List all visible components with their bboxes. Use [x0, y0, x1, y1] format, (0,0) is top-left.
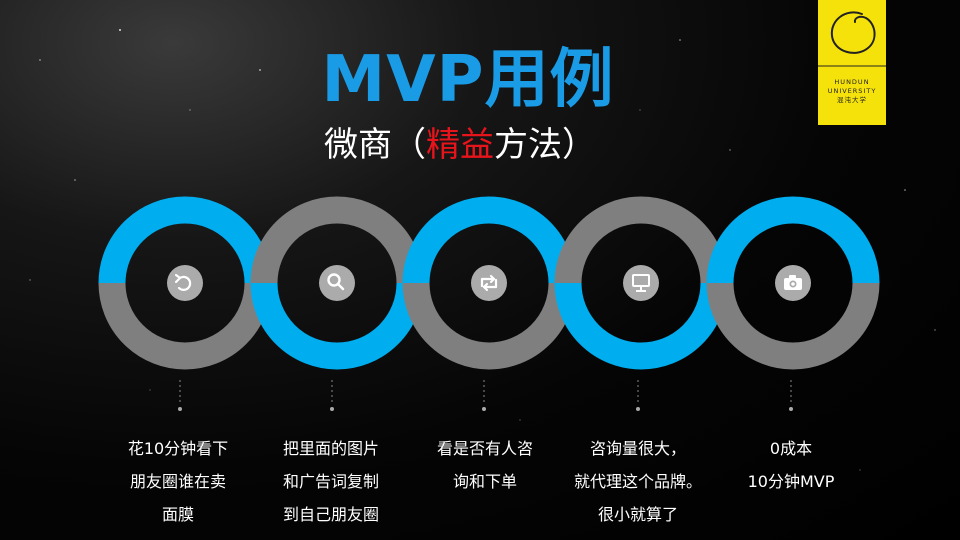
step-5-line-1: 0成本: [769, 439, 813, 458]
step-1-line-2: 朋友圈谁在卖: [129, 472, 226, 491]
step-1-caption: 花10分钟看下 朋友圈谁在卖 面膜: [103, 432, 253, 531]
step-1-icon-disk: [167, 265, 203, 301]
step-4-icon-disk: [623, 265, 659, 301]
step-1-line-1: 花10分钟看下: [127, 439, 229, 458]
step-3-line-1: 看是否有人咨: [436, 439, 533, 458]
step-1-line-3: 面膜: [161, 505, 194, 524]
step-4-line-1: 咨询量很大，: [589, 439, 686, 458]
step-5-line-2: 10分钟MVP: [747, 472, 835, 491]
step-5-caption: 0成本 10分钟MVP: [716, 432, 866, 498]
step-4-line-3: 很小就算了: [597, 505, 678, 524]
step-connectors: [179, 380, 792, 404]
step-4-caption: 咨询量很大， 就代理这个品牌。 很小就算了: [563, 432, 713, 531]
step-2-line-3: 到自己朋友圈: [282, 505, 379, 524]
step-2-line-1: 把里面的图片: [282, 439, 379, 458]
connector-dots: [178, 407, 793, 411]
step-4-line-2: 就代理这个品牌。: [573, 472, 702, 491]
step-2-line-2: 和广告词复制: [282, 472, 379, 491]
step-3-caption: 看是否有人咨 询和下单: [410, 432, 560, 498]
step-2-caption: 把里面的图片 和广告词复制 到自己朋友圈: [256, 432, 406, 531]
step-3-icon-disk: [471, 265, 507, 301]
step-2-icon-disk: [319, 265, 355, 301]
step-3-line-2: 询和下单: [452, 472, 517, 491]
